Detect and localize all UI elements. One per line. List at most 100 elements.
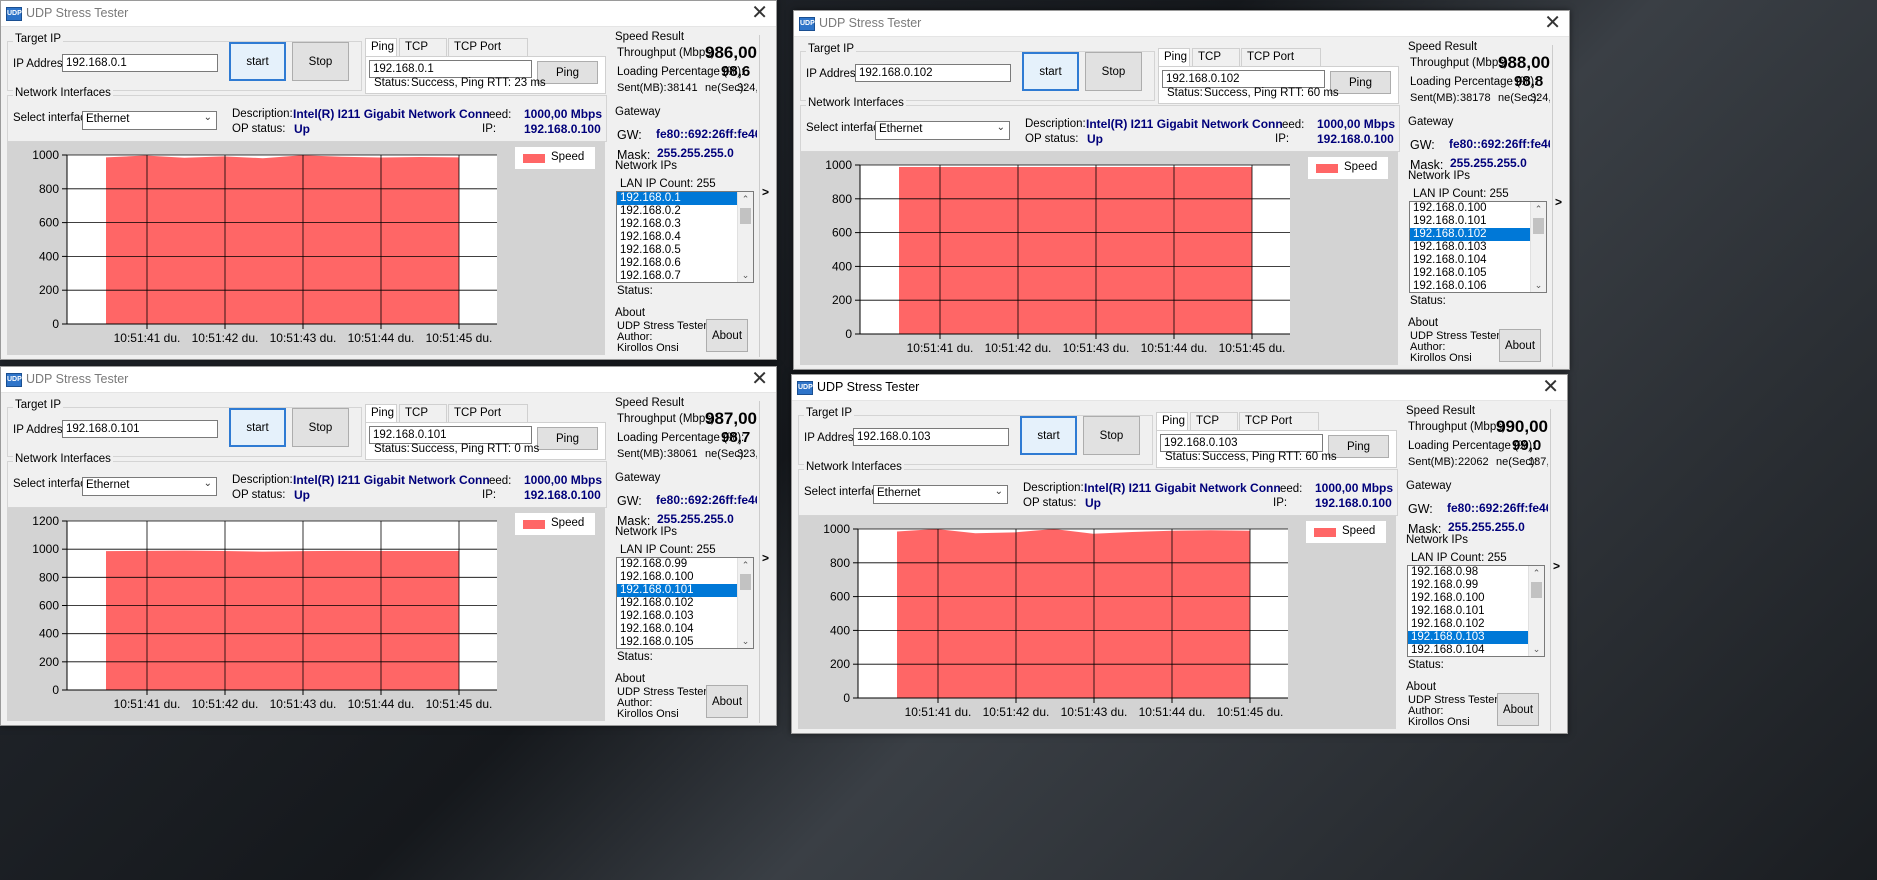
about-button[interactable]: About bbox=[1497, 693, 1539, 726]
ping-target-input[interactable] bbox=[1160, 434, 1323, 452]
about-button[interactable]: About bbox=[706, 685, 748, 718]
list-item[interactable]: 192.168.0.7 bbox=[617, 270, 753, 282]
network-ip-list[interactable]: 192.168.0.100 192.168.0.101 192.168.0.102 1… bbox=[1409, 201, 1547, 293]
list-item[interactable]: 192.168.0.100 bbox=[1410, 202, 1546, 215]
ping-button[interactable]: Ping bbox=[1330, 71, 1391, 94]
side-panel-toggle[interactable]: > bbox=[1550, 409, 1561, 731]
list-item[interactable]: 192.168.0.3 bbox=[617, 218, 753, 231]
list-item[interactable]: 192.168.0.104 bbox=[1408, 644, 1544, 656]
interface-select[interactable]: Ethernet ⌄ bbox=[875, 121, 1010, 140]
list-item[interactable]: 192.168.0.100 bbox=[617, 571, 753, 584]
list-scrollbar[interactable]: ⌃ ⌄ bbox=[1530, 202, 1546, 292]
side-panel-toggle[interactable]: > bbox=[759, 401, 770, 723]
side-panel-toggle[interactable]: > bbox=[759, 35, 770, 357]
ip-address-input[interactable] bbox=[853, 428, 1009, 446]
tab-tcp-port-scanner[interactable]: TCP Port Scanner bbox=[448, 404, 528, 435]
scroll-up-icon[interactable]: ⌃ bbox=[738, 192, 753, 206]
title-bar[interactable]: UDP UDP Stress Tester ✕ bbox=[1, 1, 776, 27]
list-item[interactable]: 192.168.0.99 bbox=[617, 558, 753, 571]
tab-tcp-ping[interactable]: TCP Ping bbox=[399, 404, 447, 435]
list-item[interactable]: 192.168.0.99 bbox=[1408, 579, 1544, 592]
scroll-down-icon[interactable]: ⌄ bbox=[738, 268, 753, 282]
list-item[interactable]: 192.168.0.102 bbox=[617, 597, 753, 610]
ip-address-input[interactable] bbox=[62, 420, 218, 438]
list-scrollbar[interactable]: ⌃ ⌄ bbox=[737, 558, 753, 648]
ping-button[interactable]: Ping bbox=[1328, 435, 1389, 458]
list-item[interactable]: 192.168.0.6 bbox=[617, 257, 753, 270]
stop-button[interactable]: Stop bbox=[292, 42, 349, 81]
list-item[interactable]: 192.168.0.101 bbox=[1408, 605, 1544, 618]
about-button[interactable]: About bbox=[706, 319, 748, 352]
list-item[interactable]: 192.168.0.105 bbox=[617, 636, 753, 648]
tab-tcp-port-scanner[interactable]: TCP Port Scanner bbox=[1241, 48, 1321, 79]
scroll-down-icon[interactable]: ⌄ bbox=[1529, 642, 1544, 656]
scroll-thumb[interactable] bbox=[740, 574, 751, 590]
list-item[interactable]: 192.168.0.104 bbox=[1410, 254, 1546, 267]
ping-button[interactable]: Ping bbox=[537, 61, 598, 84]
list-scrollbar[interactable]: ⌃ ⌄ bbox=[1528, 566, 1544, 656]
close-icon[interactable]: ✕ bbox=[751, 2, 768, 24]
list-item[interactable]: 192.168.0.104 bbox=[617, 623, 753, 636]
list-item[interactable]: 192.168.0.1 bbox=[617, 192, 753, 205]
tab-tcp-port-scanner[interactable]: TCP Port Scanner bbox=[1239, 412, 1319, 443]
expand-arrow-icon[interactable]: > bbox=[762, 185, 769, 199]
start-button[interactable]: start bbox=[1022, 52, 1079, 91]
scroll-thumb[interactable] bbox=[1531, 582, 1542, 598]
tab-tcp-ping[interactable]: TCP Ping bbox=[1192, 48, 1240, 79]
tab-tcp-port-scanner[interactable]: TCP Port Scanner bbox=[448, 38, 528, 69]
scroll-down-icon[interactable]: ⌄ bbox=[738, 634, 753, 648]
title-bar[interactable]: UDP UDP Stress Tester ✕ bbox=[792, 375, 1567, 401]
ip-address-input[interactable] bbox=[62, 54, 218, 72]
start-button[interactable]: start bbox=[1020, 416, 1077, 455]
list-item[interactable]: 192.168.0.103 bbox=[617, 610, 753, 623]
scroll-thumb[interactable] bbox=[1533, 218, 1544, 234]
ping-target-input[interactable] bbox=[369, 60, 532, 78]
list-item[interactable]: 192.168.0.5 bbox=[617, 244, 753, 257]
ping-target-input[interactable] bbox=[369, 426, 532, 444]
list-item[interactable]: 192.168.0.102 bbox=[1410, 228, 1546, 241]
list-item[interactable]: 192.168.0.98 bbox=[1408, 566, 1544, 579]
interface-select[interactable]: Ethernet ⌄ bbox=[82, 111, 217, 130]
list-item[interactable]: 192.168.0.106 bbox=[1410, 280, 1546, 292]
list-item[interactable]: 192.168.0.103 bbox=[1410, 241, 1546, 254]
start-button[interactable]: start bbox=[229, 42, 286, 81]
list-item[interactable]: 192.168.0.101 bbox=[617, 584, 753, 597]
expand-arrow-icon[interactable]: > bbox=[762, 551, 769, 565]
ping-button[interactable]: Ping bbox=[537, 427, 598, 450]
network-ip-list[interactable]: 192.168.0.98 192.168.0.99 192.168.0.100 192… bbox=[1407, 565, 1545, 657]
title-bar[interactable]: UDP UDP Stress Tester ✕ bbox=[1, 367, 776, 393]
tab-tcp-ping[interactable]: TCP Ping bbox=[1190, 412, 1238, 443]
close-icon[interactable]: ✕ bbox=[751, 368, 768, 390]
list-item[interactable]: 192.168.0.103 bbox=[1408, 631, 1544, 644]
list-item[interactable]: 192.168.0.102 bbox=[1408, 618, 1544, 631]
scroll-up-icon[interactable]: ⌃ bbox=[1531, 202, 1546, 216]
close-icon[interactable]: ✕ bbox=[1542, 376, 1559, 398]
tab-tcp-ping[interactable]: TCP Ping bbox=[399, 38, 447, 69]
about-button[interactable]: About bbox=[1499, 329, 1541, 362]
interface-select[interactable]: Ethernet ⌄ bbox=[873, 485, 1008, 504]
list-scrollbar[interactable]: ⌃ ⌄ bbox=[737, 192, 753, 282]
stop-button[interactable]: Stop bbox=[292, 408, 349, 447]
ip-address-input[interactable] bbox=[855, 64, 1011, 82]
close-icon[interactable]: ✕ bbox=[1544, 12, 1561, 34]
scroll-thumb[interactable] bbox=[740, 208, 751, 224]
stop-button[interactable]: Stop bbox=[1085, 52, 1142, 91]
scroll-up-icon[interactable]: ⌃ bbox=[738, 558, 753, 572]
network-ip-list[interactable]: 192.168.0.1 192.168.0.2 192.168.0.3 192.168… bbox=[616, 191, 754, 283]
list-item[interactable]: 192.168.0.4 bbox=[617, 231, 753, 244]
network-ip-list[interactable]: 192.168.0.99 192.168.0.100 192.168.0.101 19… bbox=[616, 557, 754, 649]
list-item[interactable]: 192.168.0.100 bbox=[1408, 592, 1544, 605]
expand-arrow-icon[interactable]: > bbox=[1555, 195, 1562, 209]
list-item[interactable]: 192.168.0.2 bbox=[617, 205, 753, 218]
stop-button[interactable]: Stop bbox=[1083, 416, 1140, 455]
title-bar[interactable]: UDP UDP Stress Tester ✕ bbox=[794, 11, 1569, 37]
expand-arrow-icon[interactable]: > bbox=[1553, 559, 1560, 573]
side-panel-toggle[interactable]: > bbox=[1552, 45, 1563, 367]
list-item[interactable]: 192.168.0.105 bbox=[1410, 267, 1546, 280]
start-button[interactable]: start bbox=[229, 408, 286, 447]
scroll-up-icon[interactable]: ⌃ bbox=[1529, 566, 1544, 580]
list-item[interactable]: 192.168.0.101 bbox=[1410, 215, 1546, 228]
ping-target-input[interactable] bbox=[1162, 70, 1325, 88]
interface-select[interactable]: Ethernet ⌄ bbox=[82, 477, 217, 496]
scroll-down-icon[interactable]: ⌄ bbox=[1531, 278, 1546, 292]
